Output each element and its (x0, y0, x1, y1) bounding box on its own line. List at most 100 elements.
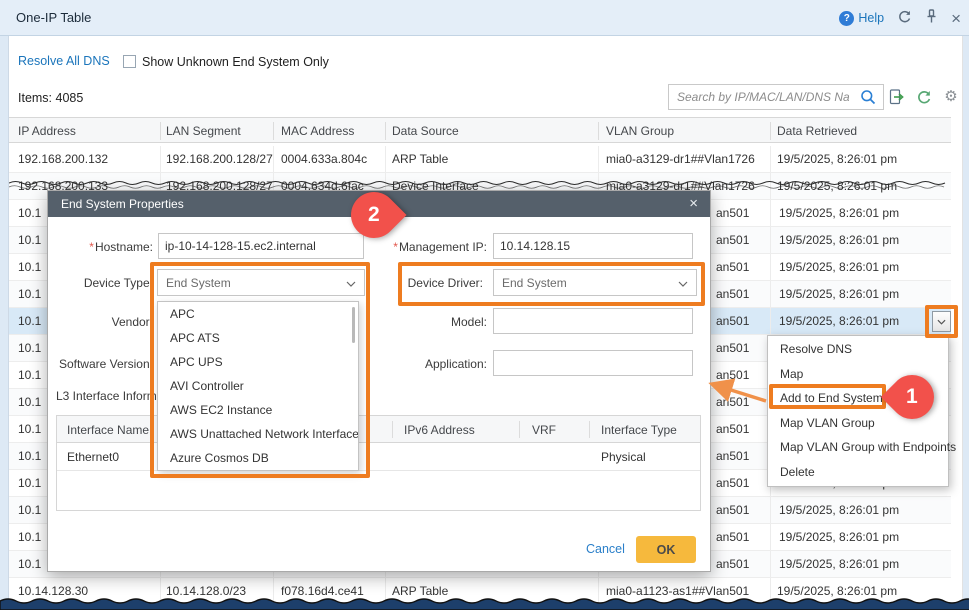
dropdown-option[interactable]: AWS EC2 Instance (158, 398, 358, 422)
cell-interface-type: Physical (601, 450, 646, 464)
device-driver-label: Device Driver: (383, 276, 483, 290)
table-row[interactable]: 192.168.200.132 192.168.200.128/27 0004.… (9, 146, 951, 173)
cell-ip-address: 192.168.200.132 (18, 152, 108, 166)
cell-data-retrieved: 19/5/2025, 8:26:01 pm (779, 314, 899, 328)
cell-vlan-group: mia0-a1123-as1##Vlan501 (606, 584, 749, 598)
application-label: Application: (348, 357, 487, 371)
cell-lan-segment: 10.14.128.0/23 (166, 584, 246, 598)
cell-vlan-group: an501 (716, 368, 749, 382)
context-menu-item[interactable]: Delete (768, 460, 948, 485)
end-system-properties-dialog: End System Properties × *Hostname: ip-10… (47, 190, 711, 572)
cell-data-retrieved: 19/5/2025, 8:26:01 pm (777, 179, 897, 193)
pin-icon[interactable] (925, 9, 938, 27)
window-titlebar: One-IP Table ? Help × (0, 0, 969, 36)
cell-data-retrieved: 19/5/2025, 8:26:01 pm (779, 260, 899, 274)
ih-interface-name: Interface Name (67, 423, 149, 437)
row-actions-dropdown-button[interactable] (932, 311, 951, 332)
cell-vlan-group: an501 (716, 341, 749, 355)
help-button[interactable]: ? Help (839, 11, 884, 26)
cell-ip-address: 10.1 (18, 368, 41, 382)
cell-ip-address: 10.1 (18, 287, 41, 301)
device-type-value: End System (166, 276, 231, 290)
column-header-ip[interactable]: IP Address (18, 124, 76, 138)
cell-data-retrieved: 19/5/2025, 8:26:01 pm (777, 584, 897, 598)
search-input[interactable] (669, 90, 853, 104)
show-unknown-checkbox[interactable] (123, 55, 136, 68)
show-unknown-label: Show Unknown End System Only (142, 55, 329, 69)
model-label: Model: (348, 315, 487, 329)
items-count: Items: 4085 (18, 91, 83, 105)
dropdown-scrollbar[interactable] (352, 307, 355, 343)
device-type-label: Device Type: (56, 276, 153, 290)
table-header: IP Address LAN Segment MAC Address Data … (9, 117, 951, 143)
cell-mac-address: f078.16d4.ce41 (281, 584, 364, 598)
cell-ip-address: 10.1 (18, 422, 41, 436)
reload-icon[interactable] (897, 9, 912, 27)
refresh-icon[interactable] (915, 88, 933, 106)
device-type-dropdown[interactable]: End System (157, 269, 365, 296)
cell-ip-address: 10.1 (18, 530, 41, 544)
cell-vlan-group: an501 (716, 449, 749, 463)
management-ip-label: *Management IP: (348, 240, 487, 254)
help-icon: ? (839, 11, 854, 26)
table-row[interactable]: 10.14.128.30 10.14.128.0/23 f078.16d4.ce… (9, 578, 951, 605)
device-driver-dropdown[interactable]: End System (493, 269, 697, 296)
cell-ip-address: 10.1 (18, 206, 41, 220)
cell-vlan-group: an501 (716, 476, 749, 490)
hostname-field[interactable]: ip-10-14-128-15.ec2.internal (158, 233, 364, 259)
column-header-vlan[interactable]: VLAN Group (606, 124, 674, 138)
cell-ip-address: 10.1 (18, 260, 41, 274)
dialog-close-icon[interactable]: × (689, 195, 698, 212)
resolve-all-dns-link[interactable]: Resolve All DNS (18, 54, 110, 68)
device-type-options-list: APCAPC ATSAPC UPSAVI ControllerAWS EC2 I… (157, 301, 359, 471)
help-label: Help (858, 11, 884, 25)
cell-vlan-group: an501 (716, 206, 749, 220)
model-field[interactable] (493, 308, 693, 334)
cell-data-retrieved: 19/5/2025, 8:26:01 pm (779, 530, 899, 544)
cell-data-retrieved: 19/5/2025, 8:26:01 pm (779, 233, 899, 247)
ok-button[interactable]: OK (636, 536, 696, 563)
cell-vlan-group: an501 (716, 314, 749, 328)
close-icon[interactable]: × (951, 11, 961, 26)
ih-ipv6-address: IPv6 Address (404, 423, 475, 437)
cell-ip-address: 10.1 (18, 395, 41, 409)
cell-ip-address: 10.1 (18, 557, 41, 571)
dropdown-option[interactable]: APC (158, 302, 358, 326)
cell-vlan-group: an501 (716, 503, 749, 517)
cell-ip-address: 10.1 (18, 233, 41, 247)
column-header-mac[interactable]: MAC Address (281, 124, 354, 138)
cancel-button[interactable]: Cancel (586, 542, 625, 556)
dropdown-option[interactable]: Azure Cosmos DB (158, 446, 358, 470)
cell-data-retrieved: 19/5/2025, 8:26:01 pm (777, 152, 897, 166)
dropdown-option[interactable]: APC UPS (158, 350, 358, 374)
cell-vlan-group: an501 (716, 287, 749, 301)
column-header-lan[interactable]: LAN Segment (166, 124, 241, 138)
vendor-label: Vendor: (56, 315, 153, 329)
context-menu-item[interactable]: Resolve DNS (768, 337, 948, 362)
chevron-down-icon (678, 281, 688, 287)
application-field[interactable] (493, 350, 693, 376)
cell-data-retrieved: 19/5/2025, 8:26:01 pm (779, 206, 899, 220)
dropdown-option[interactable]: APC ATS (158, 326, 358, 350)
cell-ip-address: 10.1 (18, 476, 41, 490)
cell-data-retrieved: 19/5/2025, 8:26:01 pm (779, 557, 899, 571)
column-header-source[interactable]: Data Source (392, 124, 459, 138)
management-ip-field[interactable]: 10.14.128.15 (493, 233, 693, 259)
dropdown-option[interactable]: AVI Controller (158, 374, 358, 398)
l3-interface-row[interactable]: Ethernet0 Physical (57, 443, 700, 471)
page-title: One-IP Table (16, 10, 91, 25)
cell-ip-address: 10.1 (18, 503, 41, 517)
window-frame-right (962, 36, 969, 610)
export-icon[interactable] (888, 88, 906, 106)
search-icon[interactable] (853, 89, 883, 105)
context-menu-item[interactable]: Map VLAN Group with Endpoints (768, 435, 948, 460)
cell-interface-name: Ethernet0 (67, 450, 119, 464)
cell-lan-segment: 192.168.200.128/27 (166, 152, 273, 166)
settings-gear-icon[interactable]: ⚙ (942, 88, 960, 106)
dropdown-option[interactable]: AWS Unattached Network Interface (158, 422, 358, 446)
device-driver-value: End System (502, 276, 567, 290)
search-box (668, 84, 884, 110)
hostname-label: *Hostname: (56, 240, 153, 254)
column-header-date[interactable]: Data Retrieved (777, 124, 857, 138)
cell-vlan-group: an501 (716, 395, 749, 409)
